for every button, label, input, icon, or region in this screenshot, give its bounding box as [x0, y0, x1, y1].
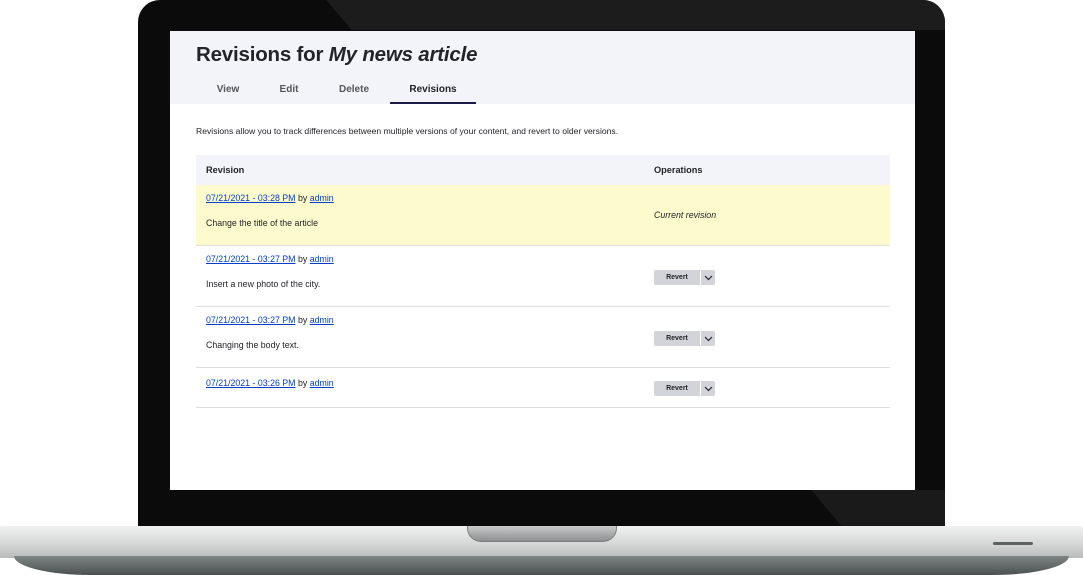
chevron-down-icon: [704, 275, 712, 280]
tab-delete[interactable]: Delete: [320, 77, 388, 104]
table-row: 07/21/2021 - 03:28 PM by admin Change th…: [196, 185, 890, 246]
dropbutton-toggle[interactable]: [701, 270, 715, 285]
revision-log-message: Change the title of the article: [206, 218, 318, 228]
laptop-bezel: Revisions for My news article View Edit …: [138, 0, 945, 528]
laptop-base-slot: [993, 542, 1033, 545]
primary-tabs: View Edit Delete Revisions: [196, 77, 496, 104]
operations-dropbutton: Revert: [654, 331, 715, 346]
laptop-lid-notch: [467, 526, 617, 542]
revision-date-link[interactable]: 07/21/2021 - 03:26 PM: [206, 378, 296, 388]
page-title: Revisions for My news article: [196, 43, 478, 67]
column-header-revision: Revision: [206, 165, 245, 175]
chevron-down-icon: [704, 386, 712, 391]
revision-date-link[interactable]: 07/21/2021 - 03:28 PM: [206, 193, 296, 203]
page-title-node: My news article: [328, 43, 478, 66]
operations-dropbutton: Revert: [654, 270, 715, 285]
laptop-base: [0, 526, 1083, 575]
revision-date-link[interactable]: 07/21/2021 - 03:27 PM: [206, 254, 296, 264]
revision-by: by: [297, 378, 308, 388]
page-header: Revisions for My news article View Edit …: [170, 31, 915, 104]
table-row: 07/21/2021 - 03:26 PM by admin Revert: [196, 368, 890, 408]
screen: Revisions for My news article View Edit …: [170, 31, 915, 490]
table-row: 07/21/2021 - 03:27 PM by admin Changing …: [196, 307, 890, 368]
bezel-glare: [811, 490, 945, 528]
revision-date-link[interactable]: 07/21/2021 - 03:27 PM: [206, 315, 296, 325]
laptop-base-bottom: [14, 556, 1069, 575]
current-revision-label: Current revision: [654, 210, 717, 220]
revision-author-link[interactable]: admin: [310, 193, 334, 203]
revision-log-message: Changing the body text.: [206, 340, 299, 350]
bezel-glare: [318, 0, 945, 30]
revision-meta: 07/21/2021 - 03:27 PM by admin: [206, 315, 334, 325]
page-title-prefix: Revisions for: [196, 43, 329, 66]
revision-by: by: [297, 315, 308, 325]
operations-dropbutton: Revert: [654, 381, 715, 396]
revision-meta: 07/21/2021 - 03:27 PM by admin: [206, 254, 334, 264]
revert-button[interactable]: Revert: [654, 381, 700, 396]
revision-by: by: [297, 254, 308, 264]
tab-revisions[interactable]: Revisions: [390, 77, 476, 104]
revert-button[interactable]: Revert: [654, 270, 700, 285]
chevron-down-icon: [704, 336, 712, 341]
page-description: Revisions allow you to track differences…: [196, 126, 619, 136]
revision-log-message: Insert a new photo of the city.: [206, 279, 321, 289]
revisions-table: Revision Operations 07/21/2021 - 03:28 P…: [196, 155, 890, 408]
revision-author-link[interactable]: admin: [310, 254, 334, 264]
tab-view[interactable]: View: [196, 77, 260, 104]
revision-author-link[interactable]: admin: [310, 315, 334, 325]
table-header: Revision Operations: [196, 155, 890, 185]
revision-meta: 07/21/2021 - 03:28 PM by admin: [206, 193, 334, 203]
column-header-operations: Operations: [654, 165, 703, 175]
revert-button[interactable]: Revert: [654, 331, 700, 346]
tab-edit[interactable]: Edit: [258, 77, 320, 104]
dropbutton-toggle[interactable]: [701, 331, 715, 346]
revision-meta: 07/21/2021 - 03:26 PM by admin: [206, 378, 334, 388]
revision-author-link[interactable]: admin: [310, 378, 334, 388]
dropbutton-toggle[interactable]: [701, 381, 715, 396]
revision-by: by: [297, 193, 308, 203]
table-row: 07/21/2021 - 03:27 PM by admin Insert a …: [196, 246, 890, 307]
